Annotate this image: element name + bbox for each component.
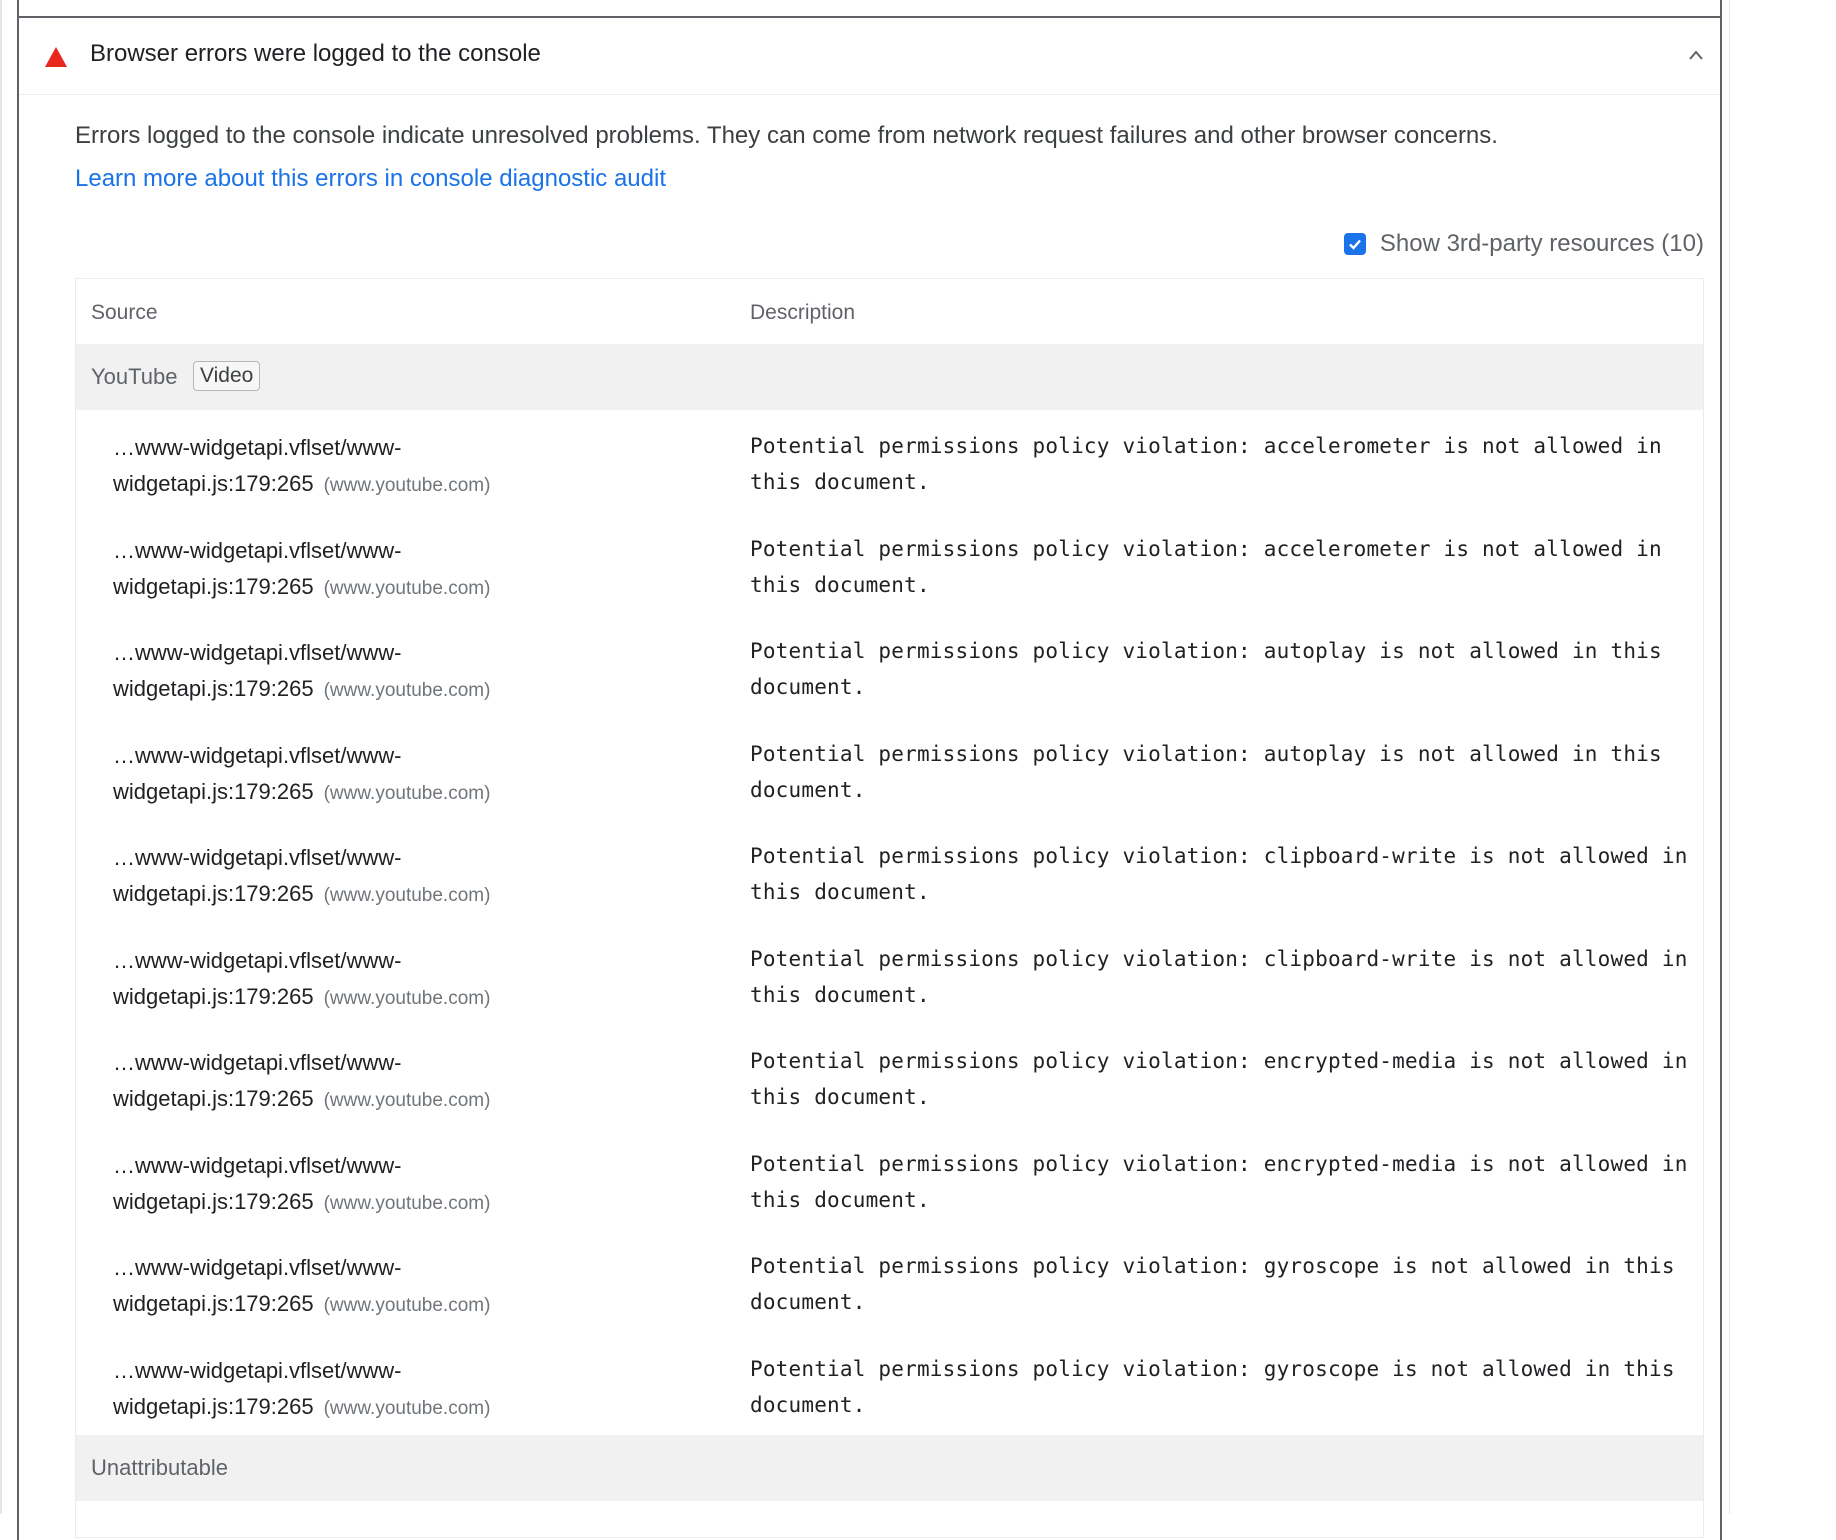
table-row: …www-widgetapi.vflset/www- widgetapi.js:…: [76, 513, 1703, 616]
description-cell: Potential permissions policy violation: …: [750, 536, 1675, 597]
source-cell: …www-widgetapi.vflset/www- widgetapi.js:…: [113, 1045, 673, 1119]
description-cell: Potential permissions policy violation: …: [750, 946, 1701, 1007]
source-url: …www-widgetapi.vflset/www-: [113, 1357, 402, 1383]
source-domain: (www.youtube.com): [323, 1397, 491, 1419]
table-row: …www-widgetapi.vflset/www- widgetapi.js:…: [76, 1128, 1703, 1231]
group-row-youtube: YouTube Video: [76, 344, 1703, 410]
source-url-location: widgetapi.js:179:265: [113, 778, 314, 804]
source-url-location: widgetapi.js:179:265: [113, 1393, 314, 1419]
audit-description: Errors logged to the console indicate un…: [75, 122, 1498, 149]
entity-badge: Video: [193, 361, 261, 391]
group-row-unattributable: Unattributable: [76, 1435, 1703, 1501]
source-cell: …www-widgetapi.vflset/www- widgetapi.js:…: [113, 943, 673, 1017]
group-name: Unattributable: [91, 1455, 228, 1480]
source-cell: …www-widgetapi.vflset/www- widgetapi.js:…: [113, 635, 673, 709]
description-cell: Potential permissions policy violation: …: [750, 741, 1675, 802]
source-cell: …www-widgetapi.vflset/www- widgetapi.js:…: [113, 1148, 673, 1222]
source-url-location: widgetapi.js:179:265: [113, 1188, 314, 1214]
source-domain: (www.youtube.com): [323, 1090, 491, 1111]
description-cell: Potential permissions policy violation: …: [750, 1254, 1688, 1314]
source-url: …www-widgetapi.vflset/www-: [113, 640, 402, 665]
third-party-checkbox[interactable]: [1343, 233, 1366, 255]
description-cell: Potential permissions policy violation: …: [750, 1049, 1701, 1109]
source-domain: (www.youtube.com): [323, 885, 491, 906]
source-url: …www-widgetapi.vflset/www-: [113, 1255, 402, 1280]
source-cell: …www-widgetapi.vflset/www- widgetapi.js:…: [113, 533, 673, 607]
source-url: …www-widgetapi.vflset/www-: [113, 1152, 402, 1178]
checkmark-icon: [1349, 239, 1361, 250]
source-url: …www-widgetapi.vflset/www-: [113, 947, 402, 973]
source-cell: …www-widgetapi.vflset/www- widgetapi.js:…: [113, 430, 673, 504]
source-url-location: widgetapi.js:179:265: [113, 881, 314, 906]
chevron-up-icon[interactable]: [1685, 44, 1707, 66]
source-domain: (www.youtube.com): [323, 782, 491, 804]
source-domain: (www.youtube.com): [323, 1192, 491, 1214]
source-url: …www-widgetapi.vflset/www-: [113, 1050, 402, 1075]
description-cell: Potential permissions policy violation: …: [750, 1151, 1701, 1212]
learn-more-link[interactable]: Learn more about this errors in console …: [75, 157, 1695, 200]
source-domain: (www.youtube.com): [323, 1295, 491, 1316]
source-url-location: widgetapi.js:179:265: [113, 676, 314, 701]
source-cell: …www-widgetapi.vflset/www- widgetapi.js:…: [113, 1353, 673, 1427]
source-url: …www-widgetapi.vflset/www-: [113, 845, 402, 870]
description-cell: Potential permissions policy violation: …: [750, 844, 1701, 904]
errors-table: Source Description YouTube Video …www-wi…: [75, 278, 1704, 1538]
source-cell: …www-widgetapi.vflset/www- widgetapi.js:…: [113, 1250, 673, 1324]
source-url-location: widgetapi.js:179:265: [113, 573, 314, 599]
source-url: …www-widgetapi.vflset/www-: [113, 537, 402, 563]
table-row: …www-widgetapi.vflset/www- widgetapi.js:…: [76, 718, 1703, 821]
table-row: …www-widgetapi.vflset/www- widgetapi.js:…: [76, 615, 1703, 718]
third-party-label: Show 3rd-party resources (10): [1379, 230, 1704, 257]
warning-triangle-icon: [45, 47, 67, 67]
description-cell: Potential permissions policy violation: …: [750, 1356, 1688, 1417]
audit-header[interactable]: Browser errors were logged to the consol…: [19, 18, 1720, 95]
source-domain: (www.youtube.com): [323, 577, 491, 599]
table-row: …www-widgetapi.vflset/www- widgetapi.js:…: [76, 1025, 1703, 1128]
source-url-location: widgetapi.js:179:265: [113, 471, 314, 496]
table-row: …www-widgetapi.vflset/www- widgetapi.js:…: [76, 923, 1703, 1026]
page-edge-rule-right: [1729, 0, 1730, 1514]
source-url-location: widgetapi.js:179:265: [113, 983, 314, 1009]
table-row: …www-widgetapi.vflset/www- widgetapi.js:…: [76, 1333, 1703, 1436]
column-header-source: Source: [91, 301, 158, 324]
table-row: …www-widgetapi.vflset/www- widgetapi.js:…: [76, 820, 1703, 923]
audit-description-block: Errors logged to the console indicate un…: [75, 114, 1695, 200]
source-domain: (www.youtube.com): [323, 475, 491, 496]
table-row: …www-widgetapi.vflset/www- widgetapi.js:…: [76, 410, 1703, 513]
column-header-description: Description: [750, 301, 856, 324]
third-party-toggle[interactable]: Show 3rd-party resources (10): [1343, 230, 1704, 258]
table-header: Source Description: [76, 279, 1703, 344]
source-url: …www-widgetapi.vflset/www-: [113, 435, 402, 460]
page-edge-rule: [0, 0, 2, 1514]
source-domain: (www.youtube.com): [323, 680, 491, 701]
source-url-location: widgetapi.js:179:265: [113, 1291, 314, 1316]
source-cell: …www-widgetapi.vflset/www- widgetapi.js:…: [113, 840, 673, 914]
source-cell: …www-widgetapi.vflset/www- widgetapi.js:…: [113, 738, 673, 812]
source-url: …www-widgetapi.vflset/www-: [113, 742, 402, 768]
audit-title: Browser errors were logged to the consol…: [90, 40, 541, 67]
source-url-location: widgetapi.js:179:265: [113, 1086, 314, 1111]
description-cell: Potential permissions policy violation: …: [750, 434, 1675, 494]
source-domain: (www.youtube.com): [323, 987, 491, 1009]
description-cell: Potential permissions policy violation: …: [750, 639, 1675, 699]
group-name: YouTube: [91, 364, 178, 389]
table-row: …www-widgetapi.vflset/www- widgetapi.js:…: [76, 1230, 1703, 1333]
